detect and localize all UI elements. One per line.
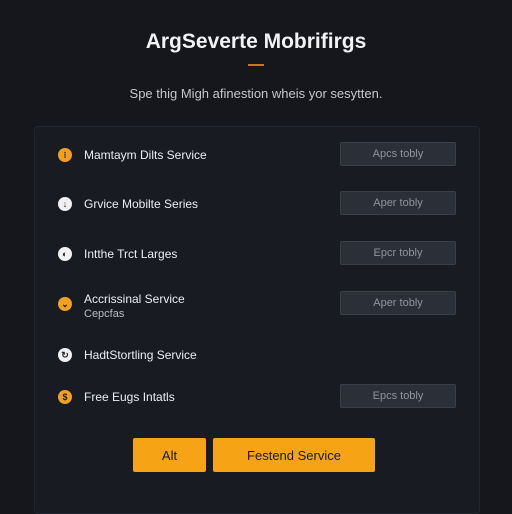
clock-icon: ⁝ bbox=[58, 148, 72, 162]
apply-button[interactable]: Epcr tobly bbox=[340, 241, 456, 265]
service-row: ↻ HadtStortling Service bbox=[58, 340, 458, 370]
refresh-icon: ↻ bbox=[58, 348, 72, 362]
page-subtitle: Spe thig Migh afinestion wheis yor sesyt… bbox=[129, 86, 383, 101]
service-label: Mamtaym Dilts Service bbox=[84, 148, 207, 162]
dollar-icon: $ bbox=[58, 390, 72, 404]
page-title: ArgSeverte Mobrifirgs bbox=[145, 30, 367, 53]
service-label: HadtStortling Service bbox=[84, 348, 197, 362]
title-divider bbox=[248, 64, 264, 66]
service-sublabel: Cepcfas bbox=[84, 308, 125, 320]
service-row: ⌄ Accrissinal Service Cepcfas Aper tobly bbox=[58, 289, 458, 320]
service-row: ⁝ Mamtaym Dilts Service Apcs tobly bbox=[58, 140, 458, 170]
apply-button[interactable]: Aper tobly bbox=[340, 291, 456, 315]
service-row: ◐ Intthe Trct Larges Epcr tobly bbox=[58, 239, 458, 269]
service-label: Free Eugs Intatls bbox=[84, 390, 175, 404]
extend-service-button[interactable]: Festend Service bbox=[213, 438, 375, 472]
service-label: Accrissinal Service bbox=[84, 292, 185, 306]
download-icon: ↓ bbox=[58, 197, 72, 211]
apply-button[interactable]: Epcs tobly bbox=[340, 384, 456, 408]
chevron-down-icon: ⌄ bbox=[58, 297, 72, 311]
apply-button[interactable]: Apcs tobly bbox=[340, 142, 456, 166]
moon-icon: ◐ bbox=[58, 247, 72, 261]
service-row: $ Free Eugs Intatls Epcs tobly bbox=[58, 382, 458, 412]
service-label: Grvice Mobilte Series bbox=[84, 197, 199, 211]
alt-button[interactable]: Alt bbox=[133, 438, 206, 472]
apply-button[interactable]: Aper tobly bbox=[340, 191, 456, 215]
service-label: Intthe Trct Larges bbox=[84, 247, 178, 261]
service-row: ↓ Grvice Mobilte Series Aper tobly bbox=[58, 189, 458, 219]
